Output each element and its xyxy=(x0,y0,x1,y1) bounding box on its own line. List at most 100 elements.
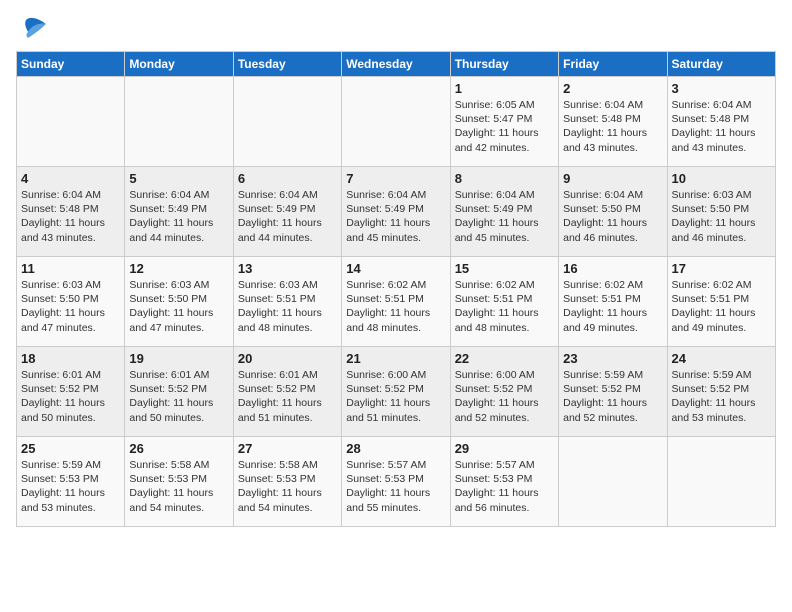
calendar-cell: 29 Sunrise: 5:57 AM Sunset: 5:53 PM Dayli… xyxy=(450,437,558,527)
calendar-cell: 12 Sunrise: 6:03 AM Sunset: 5:50 PM Dayli… xyxy=(125,257,233,347)
day-info: Sunrise: 6:04 AM Sunset: 5:49 PM Dayligh… xyxy=(129,188,228,245)
calendar-cell: 16Sunrise: 6:02 AM Sunset: 5:51 PM Dayli… xyxy=(559,257,667,347)
calendar-cell xyxy=(559,437,667,527)
day-info: Sunrise: 6:01 AM Sunset: 5:52 PM Dayligh… xyxy=(129,368,228,425)
day-number: 27 xyxy=(238,441,337,456)
day-number: 21 xyxy=(346,351,445,366)
day-info: Sunrise: 6:03 AM Sunset: 5:51 PM Dayligh… xyxy=(238,278,337,335)
calendar-cell: 27 Sunrise: 5:58 AM Sunset: 5:53 PM Dayli… xyxy=(233,437,341,527)
day-info: Sunrise: 6:02 AM Sunset: 5:51 PM Dayligh… xyxy=(672,278,771,335)
day-number: 5 xyxy=(129,171,228,186)
day-info: Sunrise: 6:00 AM Sunset: 5:52 PM Dayligh… xyxy=(346,368,445,425)
calendar-week-row: 1 Sunrise: 6:05 AM Sunset: 5:47 PM Daylig… xyxy=(17,77,776,167)
day-info: Sunrise: 6:02 AM Sunset: 5:51 PM Dayligh… xyxy=(455,278,554,335)
day-info: Sunrise: 6:05 AM Sunset: 5:47 PM Dayligh… xyxy=(455,98,554,155)
calendar-cell: 5 Sunrise: 6:04 AM Sunset: 5:49 PM Daylig… xyxy=(125,167,233,257)
day-info: Sunrise: 5:58 AM Sunset: 5:53 PM Dayligh… xyxy=(129,458,228,515)
calendar-cell: 9 Sunrise: 6:04 AM Sunset: 5:50 PM Daylig… xyxy=(559,167,667,257)
calendar-cell: 19 Sunrise: 6:01 AM Sunset: 5:52 PM Dayli… xyxy=(125,347,233,437)
weekday-header-thursday: Thursday xyxy=(450,52,558,77)
day-info: Sunrise: 5:57 AM Sunset: 5:53 PM Dayligh… xyxy=(455,458,554,515)
day-number: 1 xyxy=(455,81,554,96)
weekday-header-tuesday: Tuesday xyxy=(233,52,341,77)
calendar-cell: 11 Sunrise: 6:03 AM Sunset: 5:50 PM Dayli… xyxy=(17,257,125,347)
logo xyxy=(16,16,48,43)
day-info: Sunrise: 5:59 AM Sunset: 5:52 PM Dayligh… xyxy=(672,368,771,425)
day-number: 7 xyxy=(346,171,445,186)
calendar-cell: 23 Sunrise: 5:59 AM Sunset: 5:52 PM Dayli… xyxy=(559,347,667,437)
day-number: 14 xyxy=(346,261,445,276)
day-number: 17 xyxy=(672,261,771,276)
calendar-cell: 25 Sunrise: 5:59 AM Sunset: 5:53 PM Dayli… xyxy=(17,437,125,527)
calendar-cell: 2 Sunrise: 6:04 AM Sunset: 5:48 PM Daylig… xyxy=(559,77,667,167)
day-info: Sunrise: 6:01 AM Sunset: 5:52 PM Dayligh… xyxy=(21,368,120,425)
calendar-header-row: SundayMondayTuesdayWednesdayThursdayFrid… xyxy=(17,52,776,77)
day-info: Sunrise: 5:57 AM Sunset: 5:53 PM Dayligh… xyxy=(346,458,445,515)
calendar-cell: 1 Sunrise: 6:05 AM Sunset: 5:47 PM Daylig… xyxy=(450,77,558,167)
page-container: SundayMondayTuesdayWednesdayThursdayFrid… xyxy=(16,16,776,527)
calendar-table: SundayMondayTuesdayWednesdayThursdayFrid… xyxy=(16,51,776,527)
day-number: 2 xyxy=(563,81,662,96)
day-number: 6 xyxy=(238,171,337,186)
calendar-cell: 20 Sunrise: 6:01 AM Sunset: 5:52 PM Dayli… xyxy=(233,347,341,437)
day-number: 3 xyxy=(672,81,771,96)
day-info: Sunrise: 6:03 AM Sunset: 5:50 PM Dayligh… xyxy=(672,188,771,245)
day-info: Sunrise: 6:03 AM Sunset: 5:50 PM Dayligh… xyxy=(21,278,120,335)
day-number: 19 xyxy=(129,351,228,366)
calendar-week-row: 25 Sunrise: 5:59 AM Sunset: 5:53 PM Dayli… xyxy=(17,437,776,527)
weekday-header-saturday: Saturday xyxy=(667,52,775,77)
day-number: 12 xyxy=(129,261,228,276)
day-info: Sunrise: 6:00 AM Sunset: 5:52 PM Dayligh… xyxy=(455,368,554,425)
day-info: Sunrise: 6:04 AM Sunset: 5:48 PM Dayligh… xyxy=(563,98,662,155)
logo-bird-icon xyxy=(18,16,48,43)
day-info: Sunrise: 6:01 AM Sunset: 5:52 PM Dayligh… xyxy=(238,368,337,425)
calendar-cell: 10 Sunrise: 6:03 AM Sunset: 5:50 PM Dayli… xyxy=(667,167,775,257)
calendar-cell: 26 Sunrise: 5:58 AM Sunset: 5:53 PM Dayli… xyxy=(125,437,233,527)
calendar-cell: 14 Sunrise: 6:02 AM Sunset: 5:51 PM Dayli… xyxy=(342,257,450,347)
day-number: 18 xyxy=(21,351,120,366)
calendar-cell xyxy=(667,437,775,527)
day-number: 16 xyxy=(563,261,662,276)
day-number: 29 xyxy=(455,441,554,456)
day-info: Sunrise: 6:03 AM Sunset: 5:50 PM Dayligh… xyxy=(129,278,228,335)
calendar-cell: 13 Sunrise: 6:03 AM Sunset: 5:51 PM Dayli… xyxy=(233,257,341,347)
calendar-cell xyxy=(125,77,233,167)
day-number: 24 xyxy=(672,351,771,366)
day-number: 23 xyxy=(563,351,662,366)
day-number: 20 xyxy=(238,351,337,366)
day-info: Sunrise: 5:58 AM Sunset: 5:53 PM Dayligh… xyxy=(238,458,337,515)
day-info: Sunrise: 5:59 AM Sunset: 5:53 PM Dayligh… xyxy=(21,458,120,515)
calendar-week-row: 4 Sunrise: 6:04 AM Sunset: 5:48 PM Daylig… xyxy=(17,167,776,257)
header xyxy=(16,16,776,43)
day-info: Sunrise: 5:59 AM Sunset: 5:52 PM Dayligh… xyxy=(563,368,662,425)
day-info: Sunrise: 6:04 AM Sunset: 5:49 PM Dayligh… xyxy=(455,188,554,245)
day-number: 8 xyxy=(455,171,554,186)
calendar-cell: 24 Sunrise: 5:59 AM Sunset: 5:52 PM Dayli… xyxy=(667,347,775,437)
calendar-cell: 7 Sunrise: 6:04 AM Sunset: 5:49 PM Daylig… xyxy=(342,167,450,257)
day-number: 9 xyxy=(563,171,662,186)
day-info: Sunrise: 6:04 AM Sunset: 5:48 PM Dayligh… xyxy=(21,188,120,245)
calendar-week-row: 18 Sunrise: 6:01 AM Sunset: 5:52 PM Dayli… xyxy=(17,347,776,437)
calendar-cell: 22Sunrise: 6:00 AM Sunset: 5:52 PM Dayli… xyxy=(450,347,558,437)
calendar-cell: 3Sunrise: 6:04 AM Sunset: 5:48 PM Daylig… xyxy=(667,77,775,167)
calendar-cell: 21 Sunrise: 6:00 AM Sunset: 5:52 PM Dayli… xyxy=(342,347,450,437)
day-number: 26 xyxy=(129,441,228,456)
day-number: 13 xyxy=(238,261,337,276)
day-number: 25 xyxy=(21,441,120,456)
day-info: Sunrise: 6:04 AM Sunset: 5:49 PM Dayligh… xyxy=(346,188,445,245)
day-number: 4 xyxy=(21,171,120,186)
day-info: Sunrise: 6:04 AM Sunset: 5:49 PM Dayligh… xyxy=(238,188,337,245)
calendar-cell: 6 Sunrise: 6:04 AM Sunset: 5:49 PM Daylig… xyxy=(233,167,341,257)
day-info: Sunrise: 6:04 AM Sunset: 5:50 PM Dayligh… xyxy=(563,188,662,245)
calendar-cell xyxy=(17,77,125,167)
day-number: 11 xyxy=(21,261,120,276)
calendar-cell: 4 Sunrise: 6:04 AM Sunset: 5:48 PM Daylig… xyxy=(17,167,125,257)
calendar-cell: 28 Sunrise: 5:57 AM Sunset: 5:53 PM Dayli… xyxy=(342,437,450,527)
weekday-header-wednesday: Wednesday xyxy=(342,52,450,77)
day-info: Sunrise: 6:02 AM Sunset: 5:51 PM Dayligh… xyxy=(346,278,445,335)
weekday-header-friday: Friday xyxy=(559,52,667,77)
day-number: 15 xyxy=(455,261,554,276)
day-number: 10 xyxy=(672,171,771,186)
day-number: 28 xyxy=(346,441,445,456)
weekday-header-monday: Monday xyxy=(125,52,233,77)
